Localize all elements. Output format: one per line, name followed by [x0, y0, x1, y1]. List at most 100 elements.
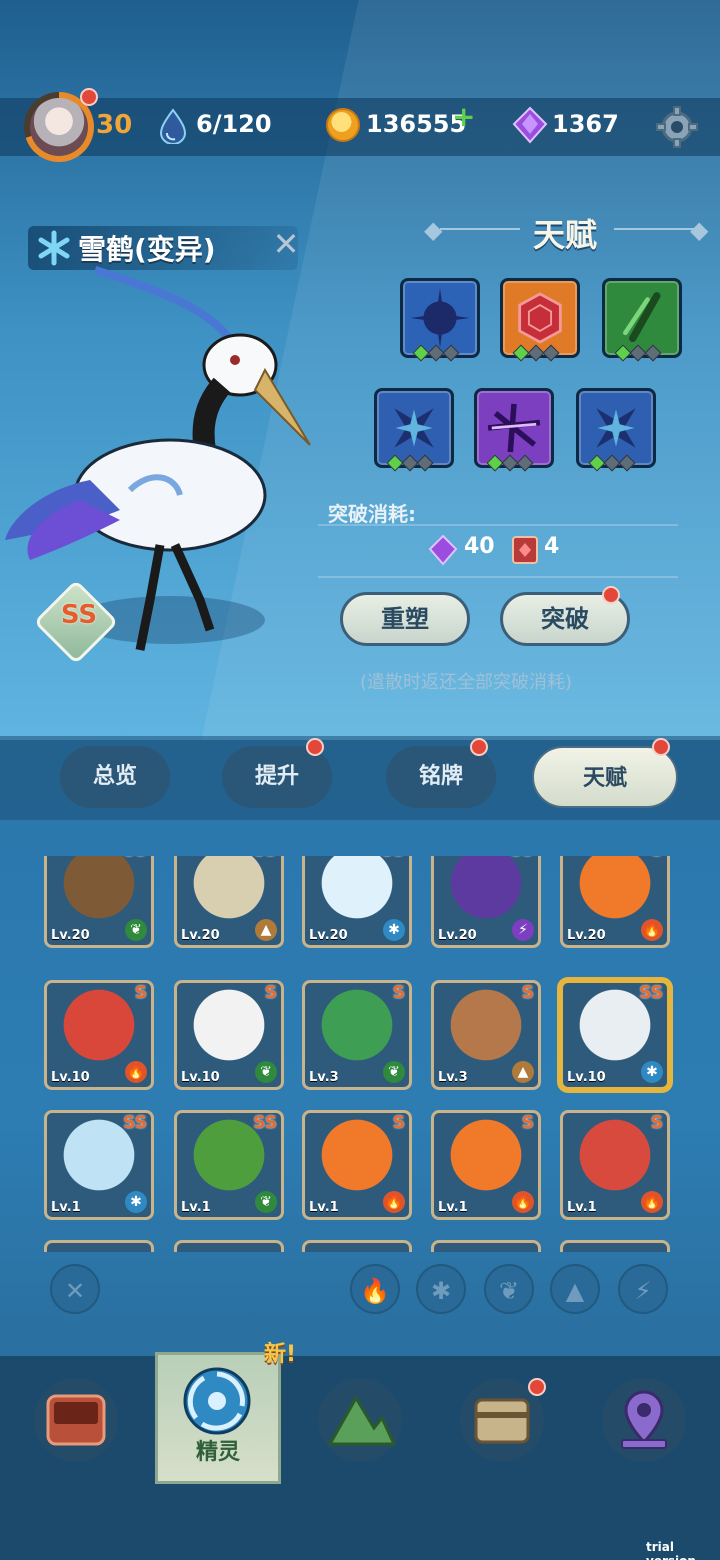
pet-level: Lv.3 — [309, 1070, 339, 1085]
fire-element-icon: 🔥 — [383, 1191, 405, 1213]
tab-nameplate-notification-dot — [470, 738, 488, 756]
pet-card[interactable]: S Lv.10 ❦ — [174, 980, 284, 1090]
blue-star-icon — [394, 408, 434, 448]
talent-skill-blue-star-1[interactable] — [374, 388, 454, 472]
talent-level-pips — [512, 344, 560, 362]
title-divider-right — [614, 228, 694, 230]
pet-grade: S — [521, 1113, 534, 1133]
filter-bolt-icon[interactable]: ⚡ — [618, 1264, 668, 1314]
pet-card[interactable]: SS Lv.1 ✱ — [44, 1110, 154, 1220]
pet-card-partial[interactable] — [302, 1240, 412, 1252]
talent-skill-red-gem[interactable] — [500, 278, 580, 362]
ornament-right-icon: ◆ — [690, 216, 709, 244]
pet-card[interactable]: S Lv.3 ❦ — [302, 980, 412, 1090]
pet-grade: SS — [123, 1113, 147, 1133]
pet-level: Lv.20 — [438, 928, 477, 943]
filter-ice-icon[interactable]: ✱ — [416, 1264, 466, 1314]
pet-card[interactable]: S Lv.1 🔥 — [431, 1110, 541, 1220]
talent-level-pips — [412, 344, 460, 362]
red-gem-icon — [518, 292, 562, 344]
pet-card-partial[interactable] — [431, 1240, 541, 1252]
bolt-element-icon: ⚡ — [512, 919, 534, 941]
pet-grade: S — [651, 856, 663, 861]
pet-card[interactable]: S Lv.1 🔥 — [302, 1110, 412, 1220]
pet-card[interactable]: SS Lv.20 ⚡ — [431, 856, 541, 948]
purple-gem-icon — [428, 534, 458, 566]
leaf-element-icon: ❦ — [383, 1061, 405, 1083]
stamina-value: 6/120 — [196, 110, 272, 138]
green-claw-icon — [623, 292, 661, 343]
pet-card[interactable]: S Lv.1 🔥 — [560, 1110, 670, 1220]
reset-button[interactable]: 重塑 — [340, 592, 470, 646]
coin-icon — [326, 108, 360, 142]
red-book-icon — [512, 536, 538, 564]
close-icon[interactable]: ✕ — [268, 226, 304, 262]
rock-element-icon: ▲ — [255, 919, 277, 941]
pet-grade: S — [392, 1113, 405, 1133]
pet-card-partial[interactable] — [560, 1240, 670, 1252]
dark-burst-icon — [410, 288, 470, 348]
rank-text: SS — [60, 600, 98, 630]
gem-value: 1367 — [552, 110, 619, 138]
player-level: 30 — [96, 110, 133, 140]
pet-card[interactable]: S Lv.20 🔥 — [560, 856, 670, 948]
nav-map[interactable] — [318, 1378, 402, 1462]
pet-portrait — [311, 856, 403, 927]
fire-element-icon: 🔥 — [512, 1191, 534, 1213]
pet-card[interactable]: SS Lv.20 ✱ — [302, 856, 412, 948]
breakthrough-cost-label: 突破消耗: — [328, 502, 416, 526]
pet-card-partial[interactable] — [44, 1240, 154, 1252]
pet-level: Lv.1 — [181, 1200, 211, 1215]
pet-portrait — [183, 856, 275, 927]
nav-location[interactable] — [602, 1378, 686, 1462]
talent-level-pips — [614, 344, 662, 362]
talent-skill-blue-star-2[interactable] — [576, 388, 656, 472]
pet-level: Lv.1 — [51, 1200, 81, 1215]
pet-level: Lv.3 — [438, 1070, 468, 1085]
pet-crane-illustration — [5, 266, 311, 651]
filter-rock-icon[interactable]: ▲ — [550, 1264, 600, 1314]
breakthrough-notification-dot — [602, 586, 620, 604]
pet-grade: SS — [381, 856, 405, 861]
pet-card-selected[interactable]: SS Lv.10 ✱ — [560, 980, 670, 1090]
talent-skill-dark-burst[interactable] — [400, 278, 480, 362]
tab-talent[interactable]: 天赋 — [532, 746, 678, 808]
purple-gem-icon — [512, 106, 548, 144]
talent-skill-purple-star[interactable] — [474, 388, 554, 472]
cost-book-value: 4 — [544, 534, 560, 559]
pet-portrait — [311, 1119, 403, 1199]
nav-battle[interactable] — [34, 1378, 118, 1462]
pet-card[interactable]: S Lv.10 🔥 — [44, 980, 154, 1090]
add-coins-plus-icon[interactable]: + — [452, 100, 475, 133]
clear-filter-close-icon[interactable]: ✕ — [50, 1264, 100, 1314]
avatar-notification-dot — [80, 88, 98, 106]
battle-screen-icon — [46, 1394, 106, 1446]
tab-overview[interactable]: 总览 — [60, 746, 170, 808]
pet-card[interactable]: SS Lv.20 ▲ — [174, 856, 284, 948]
filter-leaf-icon[interactable]: ❦ — [484, 1264, 534, 1314]
pet-grade: S — [521, 983, 534, 1003]
pet-card[interactable]: SS Lv.1 ❦ — [174, 1110, 284, 1220]
fire-element-icon: 🔥 — [641, 1191, 663, 1213]
leaf-element-icon: ❦ — [125, 919, 147, 941]
mountain-icon — [327, 1395, 397, 1446]
tab-talent-notification-dot — [652, 738, 670, 756]
pet-card-partial[interactable] — [174, 1240, 284, 1252]
pet-level: Lv.20 — [567, 928, 606, 943]
fire-element-icon: 🔥 — [641, 919, 663, 941]
pet-level: Lv.10 — [51, 1070, 90, 1085]
pet-level: Lv.1 — [567, 1200, 597, 1215]
settings-gear-icon[interactable] — [656, 106, 698, 148]
purple-star-icon — [487, 403, 541, 453]
talent-title: 天赋 — [532, 216, 597, 254]
tab-upgrade-notification-dot — [306, 738, 324, 756]
location-pin-icon — [621, 1390, 667, 1449]
pet-card[interactable]: SS Lv.20 ❦ — [44, 856, 154, 948]
talent-level-pips — [386, 454, 434, 472]
pet-portrait — [53, 989, 145, 1069]
pet-card[interactable]: S Lv.3 ▲ — [431, 980, 541, 1090]
pet-portrait — [569, 856, 661, 927]
talent-skill-green-claw[interactable] — [602, 278, 682, 362]
cost-divider-bottom — [318, 576, 678, 578]
filter-fire-icon[interactable]: 🔥 — [350, 1264, 400, 1314]
